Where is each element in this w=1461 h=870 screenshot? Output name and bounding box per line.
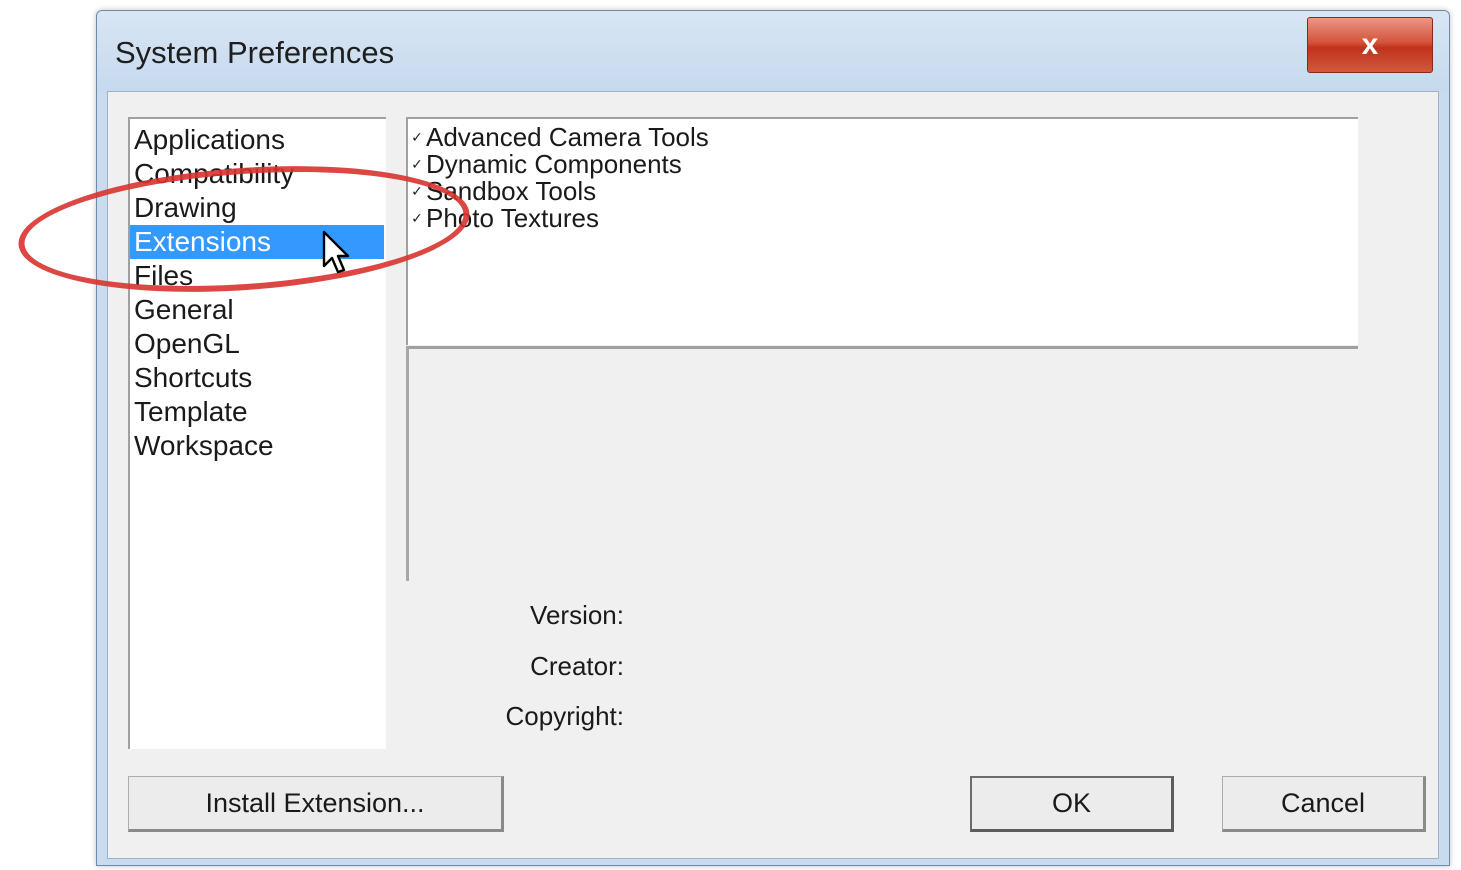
details-left-border: [406, 346, 409, 581]
cancel-button[interactable]: Cancel: [1222, 776, 1426, 832]
extension-item-dynamic-components[interactable]: ✓ Dynamic Components: [408, 151, 1358, 178]
category-item-compatibility[interactable]: Compatibility: [130, 157, 386, 191]
ok-button[interactable]: OK: [970, 776, 1174, 832]
close-icon: x: [1361, 28, 1379, 61]
title-bar[interactable]: System Preferences x: [97, 11, 1449, 91]
category-item-workspace[interactable]: Workspace: [130, 429, 386, 463]
close-button[interactable]: x: [1307, 17, 1433, 73]
category-item-drawing[interactable]: Drawing: [130, 191, 386, 225]
window-title: System Preferences: [115, 35, 395, 70]
details-divider: [406, 346, 1358, 349]
category-item-files[interactable]: Files: [130, 259, 386, 293]
install-extension-button[interactable]: Install Extension...: [128, 776, 504, 832]
category-item-shortcuts[interactable]: Shortcuts: [130, 361, 386, 395]
extension-label: Photo Textures: [426, 203, 599, 233]
dialog-body: Applications Compatibility Drawing Exten…: [107, 91, 1439, 859]
extension-item-photo-textures[interactable]: ✓ Photo Textures: [408, 205, 1358, 232]
extension-item-advanced-camera-tools[interactable]: ✓ Advanced Camera Tools: [408, 124, 1358, 151]
extension-item-sandbox-tools[interactable]: ✓ Sandbox Tools: [408, 178, 1358, 205]
category-item-template[interactable]: Template: [130, 395, 386, 429]
category-item-extensions[interactable]: Extensions: [130, 225, 384, 259]
category-item-general[interactable]: General: [130, 293, 386, 327]
checkmark-icon[interactable]: ✓: [408, 205, 426, 232]
extension-label: Dynamic Components: [426, 149, 682, 179]
category-item-applications[interactable]: Applications: [130, 123, 386, 157]
system-preferences-dialog: System Preferences x Applications Compat…: [96, 10, 1450, 866]
checkmark-icon[interactable]: ✓: [408, 124, 426, 151]
creator-label: Creator:: [530, 651, 624, 681]
category-item-opengl[interactable]: OpenGL: [130, 327, 386, 361]
checkmark-icon[interactable]: ✓: [408, 151, 426, 178]
copyright-label: Copyright:: [505, 701, 625, 731]
checkmark-icon[interactable]: ✓: [408, 178, 426, 205]
extensions-list[interactable]: ✓ Advanced Camera Tools ✓ Dynamic Compon…: [406, 117, 1358, 345]
category-list[interactable]: Applications Compatibility Drawing Exten…: [128, 117, 386, 749]
extension-label: Advanced Camera Tools: [426, 122, 709, 152]
version-label: Version:: [530, 600, 624, 630]
extension-label: Sandbox Tools: [426, 176, 597, 206]
